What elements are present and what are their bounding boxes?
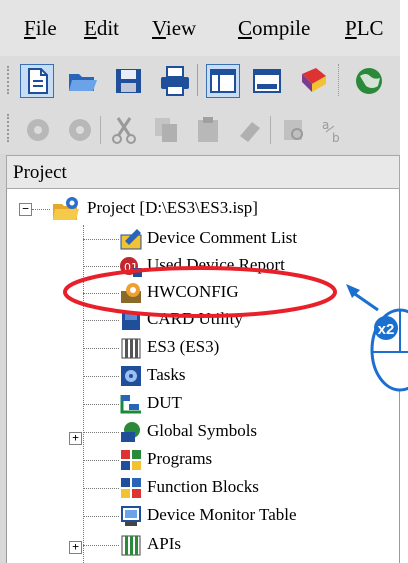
highlight-ring xyxy=(63,266,337,318)
double-click-callout: x2 xyxy=(346,284,408,392)
annotation-overlay: x2 xyxy=(63,266,408,392)
double-click-label: x2 xyxy=(378,321,395,338)
